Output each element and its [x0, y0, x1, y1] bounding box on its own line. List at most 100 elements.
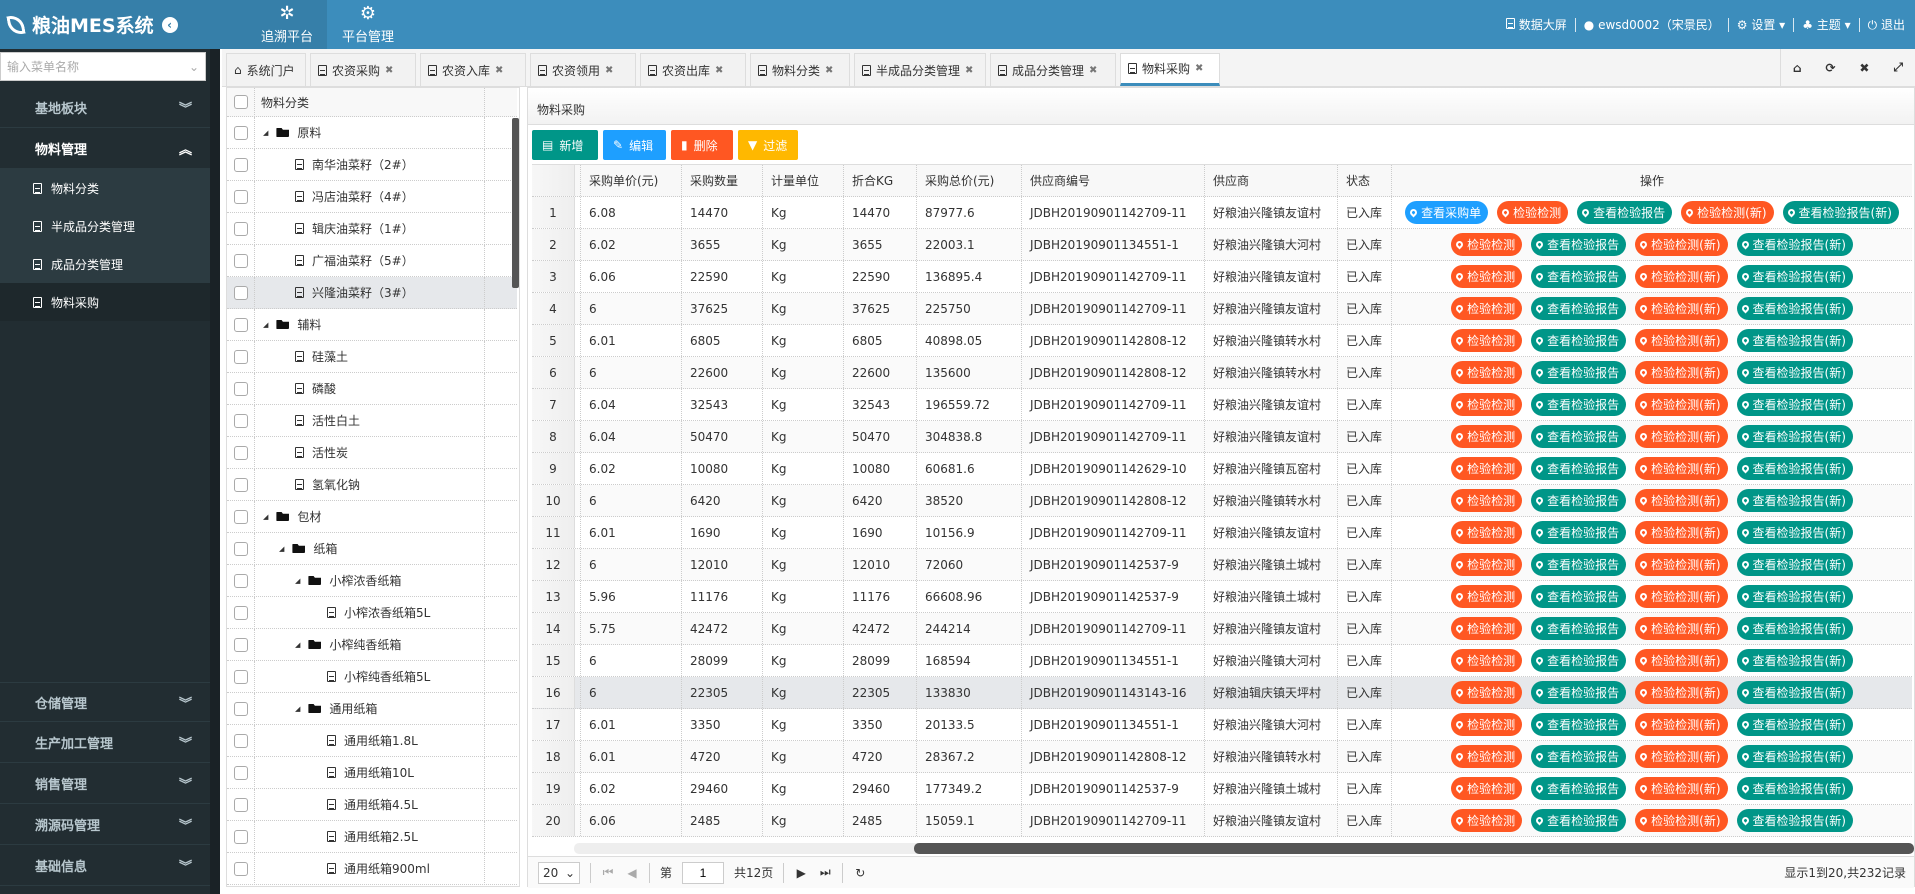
- settings-menu[interactable]: ⚙ 设置 ▾: [1737, 16, 1785, 33]
- nav-trace-platform[interactable]: ✲ 追溯平台: [247, 0, 327, 49]
- tree-checkbox[interactable]: [233, 701, 248, 716]
- table-row[interactable]: 19 6.02 29460 Kg 29460 177349.2 JDBH2019090114…: [532, 773, 1912, 805]
- action-button[interactable]: 查看采购单: [1405, 201, 1489, 224]
- action-button[interactable]: 检验检测(新): [1635, 265, 1728, 288]
- tree-checkbox[interactable]: [233, 317, 248, 332]
- horizontal-scrollbar[interactable]: [574, 843, 1914, 854]
- page-size-select[interactable]: 20 ⌄: [538, 861, 580, 884]
- tree-checkbox[interactable]: [233, 637, 248, 652]
- tree-node[interactable]: 活性炭: [227, 436, 517, 469]
- action-button[interactable]: 检验检测(新): [1635, 361, 1728, 384]
- tree-node[interactable]: ◢ 原料: [227, 116, 517, 149]
- action-button[interactable]: 查看检验报告: [1531, 425, 1627, 448]
- tree-checkbox[interactable]: [233, 189, 248, 204]
- nav-platform-management[interactable]: ⚙ 平台管理: [327, 0, 409, 49]
- action-button[interactable]: 检验检测(新): [1635, 553, 1728, 576]
- refresh-icon[interactable]: ⟳: [1825, 61, 1835, 75]
- action-button[interactable]: 检验检测(新): [1635, 425, 1728, 448]
- scrollbar-thumb[interactable]: [914, 843, 1914, 854]
- tree-node[interactable]: ◢ 包材: [227, 500, 517, 533]
- action-button[interactable]: 查看检验报告: [1531, 233, 1627, 256]
- tab-6[interactable]: 半成品分类管理 ✖: [854, 53, 986, 86]
- action-button[interactable]: 查看检验报告: [1531, 265, 1627, 288]
- last-page-icon[interactable]: ⏭: [818, 865, 832, 880]
- action-button[interactable]: 查看检验报告: [1531, 681, 1627, 704]
- tab-5[interactable]: 物料分类 ✖: [750, 53, 850, 86]
- tree-node[interactable]: 磷酸: [227, 372, 517, 405]
- action-button[interactable]: 检验检测(新): [1635, 457, 1728, 480]
- table-row[interactable]: 7 6.04 32543 Kg 32543 196559.72 JDBH2019090114…: [532, 389, 1912, 421]
- action-button[interactable]: 检验检测(新): [1635, 777, 1728, 800]
- tree-checkbox[interactable]: [233, 765, 248, 780]
- menu-search-input[interactable]: 输入菜单名称 ⌄: [0, 52, 206, 81]
- expand-triangle-icon[interactable]: ◢: [263, 513, 268, 521]
- action-button[interactable]: 检验检测(新): [1635, 233, 1728, 256]
- tree-node[interactable]: 广福油菜籽（5#）: [227, 244, 517, 277]
- action-button[interactable]: 查看检验报告(新): [1736, 745, 1853, 768]
- data-screen-link[interactable]: 数据大屏: [1505, 16, 1567, 33]
- tree-node[interactable]: 兴隆油菜籽（3#）: [227, 276, 517, 309]
- tree-node[interactable]: 氢氧化钠: [227, 468, 517, 501]
- action-button[interactable]: 检验检测(新): [1635, 393, 1728, 416]
- tree-node[interactable]: 活性白土: [227, 404, 517, 437]
- action-button[interactable]: 检验检测(新): [1635, 585, 1728, 608]
- page-number-input[interactable]: [682, 861, 725, 884]
- tab-3[interactable]: 农资领用 ✖: [530, 53, 636, 86]
- user-menu[interactable]: ● ewsd0002（宋景民）: [1584, 16, 1720, 33]
- table-row[interactable]: 8 6.04 50470 Kg 50470 304838.8 JDBH20190901142…: [532, 421, 1912, 453]
- table-row[interactable]: 11 6.01 1690 Kg 1690 10156.9 JDBH2019090114270…: [532, 517, 1912, 549]
- action-button[interactable]: 检验检测: [1451, 457, 1523, 480]
- action-button[interactable]: 检验检测: [1451, 233, 1523, 256]
- table-row[interactable]: 2 6.02 3655 Kg 3655 22003.1 JDBH20190901134551…: [532, 229, 1912, 261]
- action-button[interactable]: 检验检测: [1497, 201, 1569, 224]
- close-tab-icon[interactable]: ✖: [1195, 63, 1203, 74]
- action-button[interactable]: 检验检测: [1451, 553, 1523, 576]
- action-button[interactable]: 查看检验报告(新): [1736, 777, 1853, 800]
- tree-checkbox[interactable]: [233, 221, 248, 236]
- action-button[interactable]: 检验检测: [1451, 425, 1523, 448]
- action-button[interactable]: 查看检验报告: [1531, 457, 1627, 480]
- sidebar-group-basic-info[interactable]: 基础信息 ︾: [0, 846, 210, 886]
- tree-node[interactable]: ◢ 纸箱: [227, 532, 517, 565]
- expand-triangle-icon[interactable]: ◢: [263, 321, 268, 329]
- tree-node[interactable]: 通用纸箱10L: [227, 756, 517, 789]
- close-tab-icon[interactable]: ✖: [605, 65, 613, 76]
- tree-checkbox[interactable]: [233, 509, 248, 524]
- column-header-total-price[interactable]: 采购总价(元): [917, 165, 1022, 196]
- expand-triangle-icon[interactable]: ◢: [295, 577, 300, 585]
- action-button[interactable]: 检验检测(新): [1681, 201, 1774, 224]
- tree-checkbox[interactable]: [233, 125, 248, 140]
- sidebar-group-production[interactable]: 生产加工管理 ︾: [0, 723, 210, 763]
- tree-node[interactable]: 硅藻土: [227, 340, 517, 373]
- sidebar-group-trace-code[interactable]: 溯源码管理 ︾: [0, 805, 210, 845]
- sidebar-item-semi-product[interactable]: 半成品分类管理: [0, 207, 210, 245]
- action-button[interactable]: 查看检验报告(新): [1736, 329, 1853, 352]
- first-page-icon[interactable]: ⏮: [601, 865, 615, 880]
- tree-checkbox[interactable]: [233, 413, 248, 428]
- sidebar-group-base[interactable]: 基地板块 ︾: [0, 88, 210, 128]
- tree-node[interactable]: 南华油菜籽（2#）: [227, 148, 517, 181]
- action-button[interactable]: 检验检测: [1451, 745, 1523, 768]
- tree-checkbox[interactable]: [233, 285, 248, 300]
- add-button[interactable]: ▤ 新增: [532, 130, 598, 160]
- tree-node[interactable]: 冯店油菜籽（4#）: [227, 180, 517, 213]
- table-row[interactable]: 17 6.01 3350 Kg 3350 20133.5 JDBH2019090113455…: [532, 709, 1912, 741]
- table-row[interactable]: 5 6.01 6805 Kg 6805 40898.05 JDBH2019090114280…: [532, 325, 1912, 357]
- action-button[interactable]: 查看检验报告: [1531, 649, 1627, 672]
- action-button[interactable]: 查看检验报告(新): [1736, 649, 1853, 672]
- action-button[interactable]: 查看检验报告: [1531, 617, 1627, 640]
- action-button[interactable]: 查看检验报告(新): [1736, 553, 1853, 576]
- action-button[interactable]: 查看检验报告(新): [1736, 457, 1853, 480]
- tab-2[interactable]: 农资入库 ✖: [420, 53, 526, 86]
- theme-menu[interactable]: ♣ 主题 ▾: [1802, 16, 1850, 33]
- action-button[interactable]: 检验检测(新): [1635, 681, 1728, 704]
- sidebar-collapse-icon[interactable]: ‹: [161, 16, 178, 33]
- close-tab-icon[interactable]: ✖: [965, 65, 973, 76]
- close-tab-icon[interactable]: ✖: [1089, 65, 1097, 76]
- expand-triangle-icon[interactable]: ◢: [263, 129, 268, 137]
- action-button[interactable]: 查看检验报告: [1531, 809, 1627, 832]
- tree-checkbox[interactable]: [233, 445, 248, 460]
- filter-button[interactable]: ▼ 过滤: [738, 130, 798, 160]
- column-header-supplier-code[interactable]: 供应商编号: [1022, 165, 1205, 196]
- select-all-checkbox[interactable]: [233, 95, 248, 109]
